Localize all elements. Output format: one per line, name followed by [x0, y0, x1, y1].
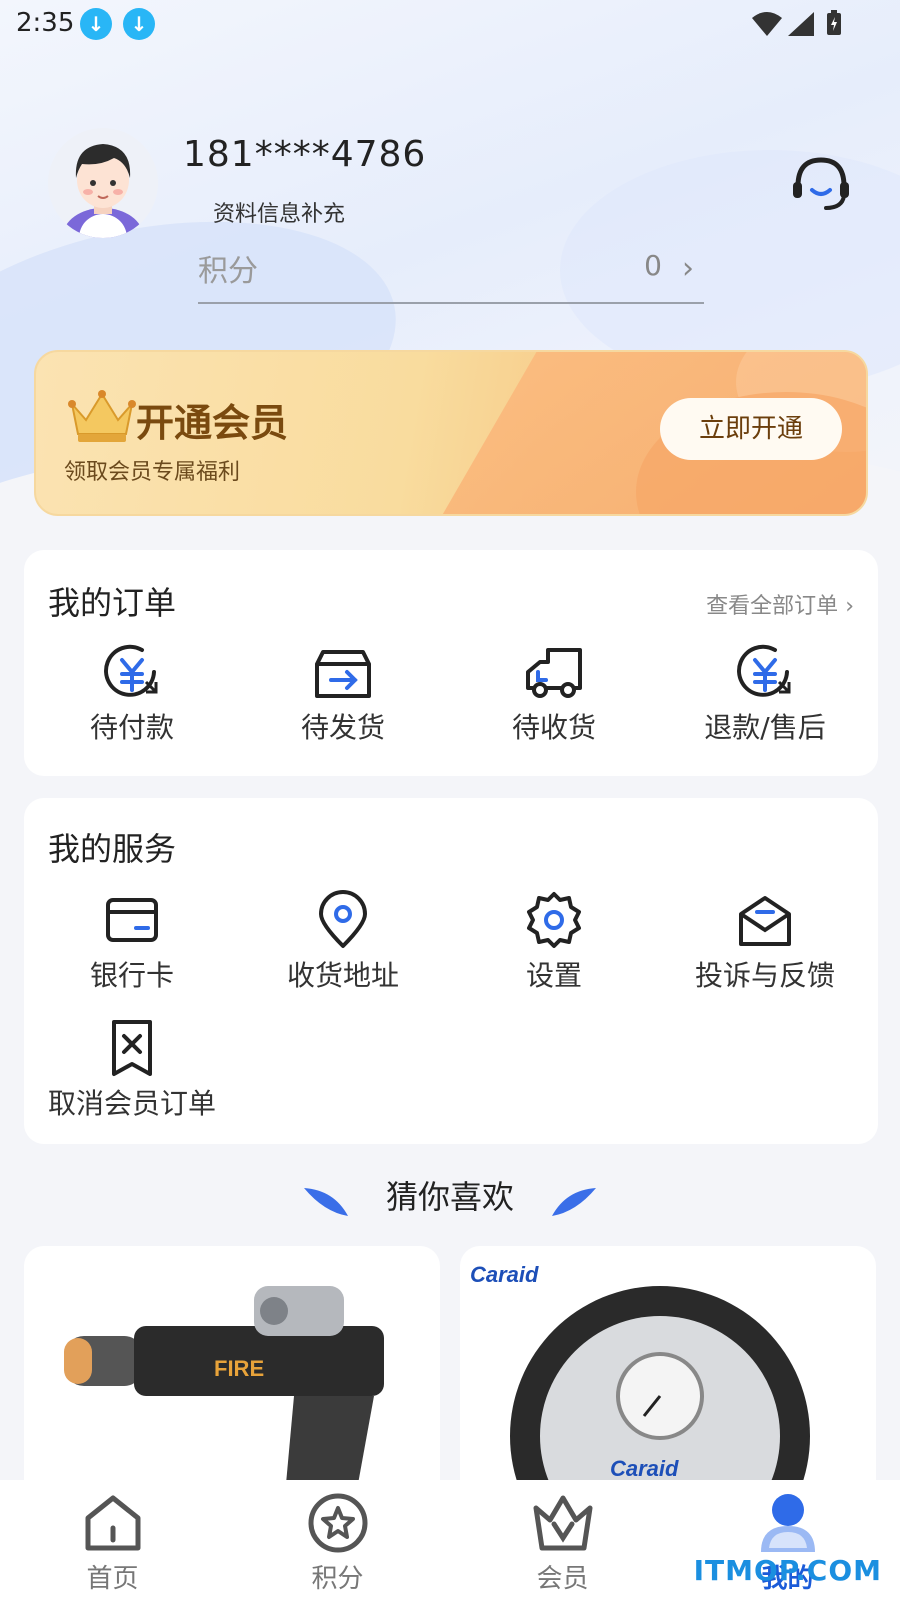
- order-refund-aftersale[interactable]: 退款/售后: [660, 642, 870, 746]
- services-title: 我的服务: [48, 830, 177, 868]
- recommend-title: 猜你喜欢: [385, 1178, 514, 1216]
- toy-gun-product-image: FIRE: [64, 1286, 384, 1506]
- service-item-label: 银行卡: [89, 959, 174, 992]
- order-to-ship[interactable]: 待发货: [238, 642, 448, 746]
- product-brand-text: Caraid: [610, 1456, 679, 1481]
- member-banner-subtitle: 领取会员专属福利: [64, 460, 241, 485]
- user-phone-number: 181****4786: [183, 134, 427, 175]
- home-icon: [85, 1495, 140, 1551]
- orders-card: 我的订单 查看全部订单 › 待付款 待发货 待收货 退款/售后: [24, 550, 878, 776]
- product-card[interactable]: FIRE: [24, 1246, 440, 1506]
- orders-title: 我的订单: [48, 584, 177, 622]
- vip-crown-icon: [533, 1495, 592, 1551]
- order-item-label: 待发货: [300, 711, 385, 744]
- to-ship-box-icon: [315, 650, 371, 698]
- service-item-label: 收货地址: [286, 959, 399, 992]
- chevron-right-icon: ›: [682, 251, 694, 286]
- wifi-icon: [752, 12, 782, 36]
- product-print-text: FIRE: [214, 1356, 264, 1381]
- tab-label: 会员: [536, 1564, 589, 1594]
- service-feedback[interactable]: 投诉与反馈: [660, 890, 870, 994]
- customer-service-headset-icon[interactable]: [790, 152, 852, 214]
- tire-inflator-product-image: Caraid Caraid: [470, 1262, 810, 1506]
- points-label: 积分: [198, 254, 258, 289]
- complete-profile-link[interactable]: 资料信息补充: [213, 196, 345, 228]
- cancel-order-icon: [112, 1020, 152, 1076]
- points-value: 0: [644, 249, 662, 282]
- order-item-label: 退款/售后: [704, 711, 826, 744]
- gear-icon: [527, 892, 581, 948]
- tab-label: 积分: [311, 1564, 364, 1594]
- view-all-orders-label: 查看全部订单: [706, 594, 839, 619]
- points-row[interactable]: 积分 0 ›: [198, 246, 704, 304]
- tab-points[interactable]: 积分: [225, 1480, 450, 1600]
- member-banner-title: 开通会员: [136, 401, 289, 445]
- service-bank-card[interactable]: 银行卡: [27, 890, 237, 994]
- order-to-receive[interactable]: 待收货: [449, 642, 659, 746]
- product-brand-logo: Caraid: [470, 1262, 539, 1287]
- battery-icon: [827, 10, 841, 35]
- tab-home[interactable]: 首页: [0, 1480, 225, 1600]
- refund-icon: [737, 644, 791, 697]
- service-address[interactable]: 收货地址: [238, 890, 448, 994]
- tab-vip[interactable]: 会员: [450, 1480, 675, 1600]
- service-settings[interactable]: 设置: [449, 890, 659, 994]
- location-pin-icon: [319, 890, 367, 948]
- order-item-label: 待收货: [511, 711, 596, 744]
- order-item-label: 待付款: [89, 711, 174, 744]
- download-notification-icon: ↓: [80, 8, 112, 40]
- open-membership-button[interactable]: 立即开通: [660, 398, 842, 460]
- bank-card-icon: [106, 898, 158, 942]
- status-bar: 2:35 ↓ ↓: [0, 0, 900, 48]
- truck-icon: [526, 648, 582, 698]
- avatar[interactable]: [48, 128, 158, 238]
- watermark: ITMOP.COM: [693, 1554, 882, 1587]
- view-all-orders-link[interactable]: 查看全部订单 ›: [706, 588, 854, 620]
- services-card: 我的服务 银行卡 收货地址 设置 投诉与反馈 取消会员订单: [24, 798, 878, 1144]
- status-time: 2:35: [16, 8, 75, 38]
- profile-icon: [760, 1494, 815, 1552]
- download-notification-icon: ↓: [123, 8, 155, 40]
- tab-label: 首页: [86, 1564, 139, 1594]
- service-item-label: 投诉与反馈: [694, 959, 835, 992]
- signal-icon: [788, 12, 814, 36]
- service-cancel-member-order[interactable]: 取消会员订单: [27, 1018, 237, 1122]
- product-card[interactable]: Caraid Caraid: [460, 1246, 876, 1506]
- payment-pending-icon: [104, 644, 158, 697]
- chevron-right-icon: ›: [845, 594, 854, 619]
- service-item-label: 取消会员订单: [47, 1087, 216, 1120]
- envelope-feedback-icon: [739, 896, 791, 946]
- crown-icon: [68, 390, 136, 442]
- points-star-icon: [308, 1493, 367, 1553]
- right-wing-decoration-icon: [552, 1188, 596, 1216]
- service-item-label: 设置: [525, 959, 582, 992]
- member-banner[interactable]: 开通会员 领取会员专属福利 立即开通: [34, 350, 868, 516]
- order-pending-payment[interactable]: 待付款: [27, 642, 237, 746]
